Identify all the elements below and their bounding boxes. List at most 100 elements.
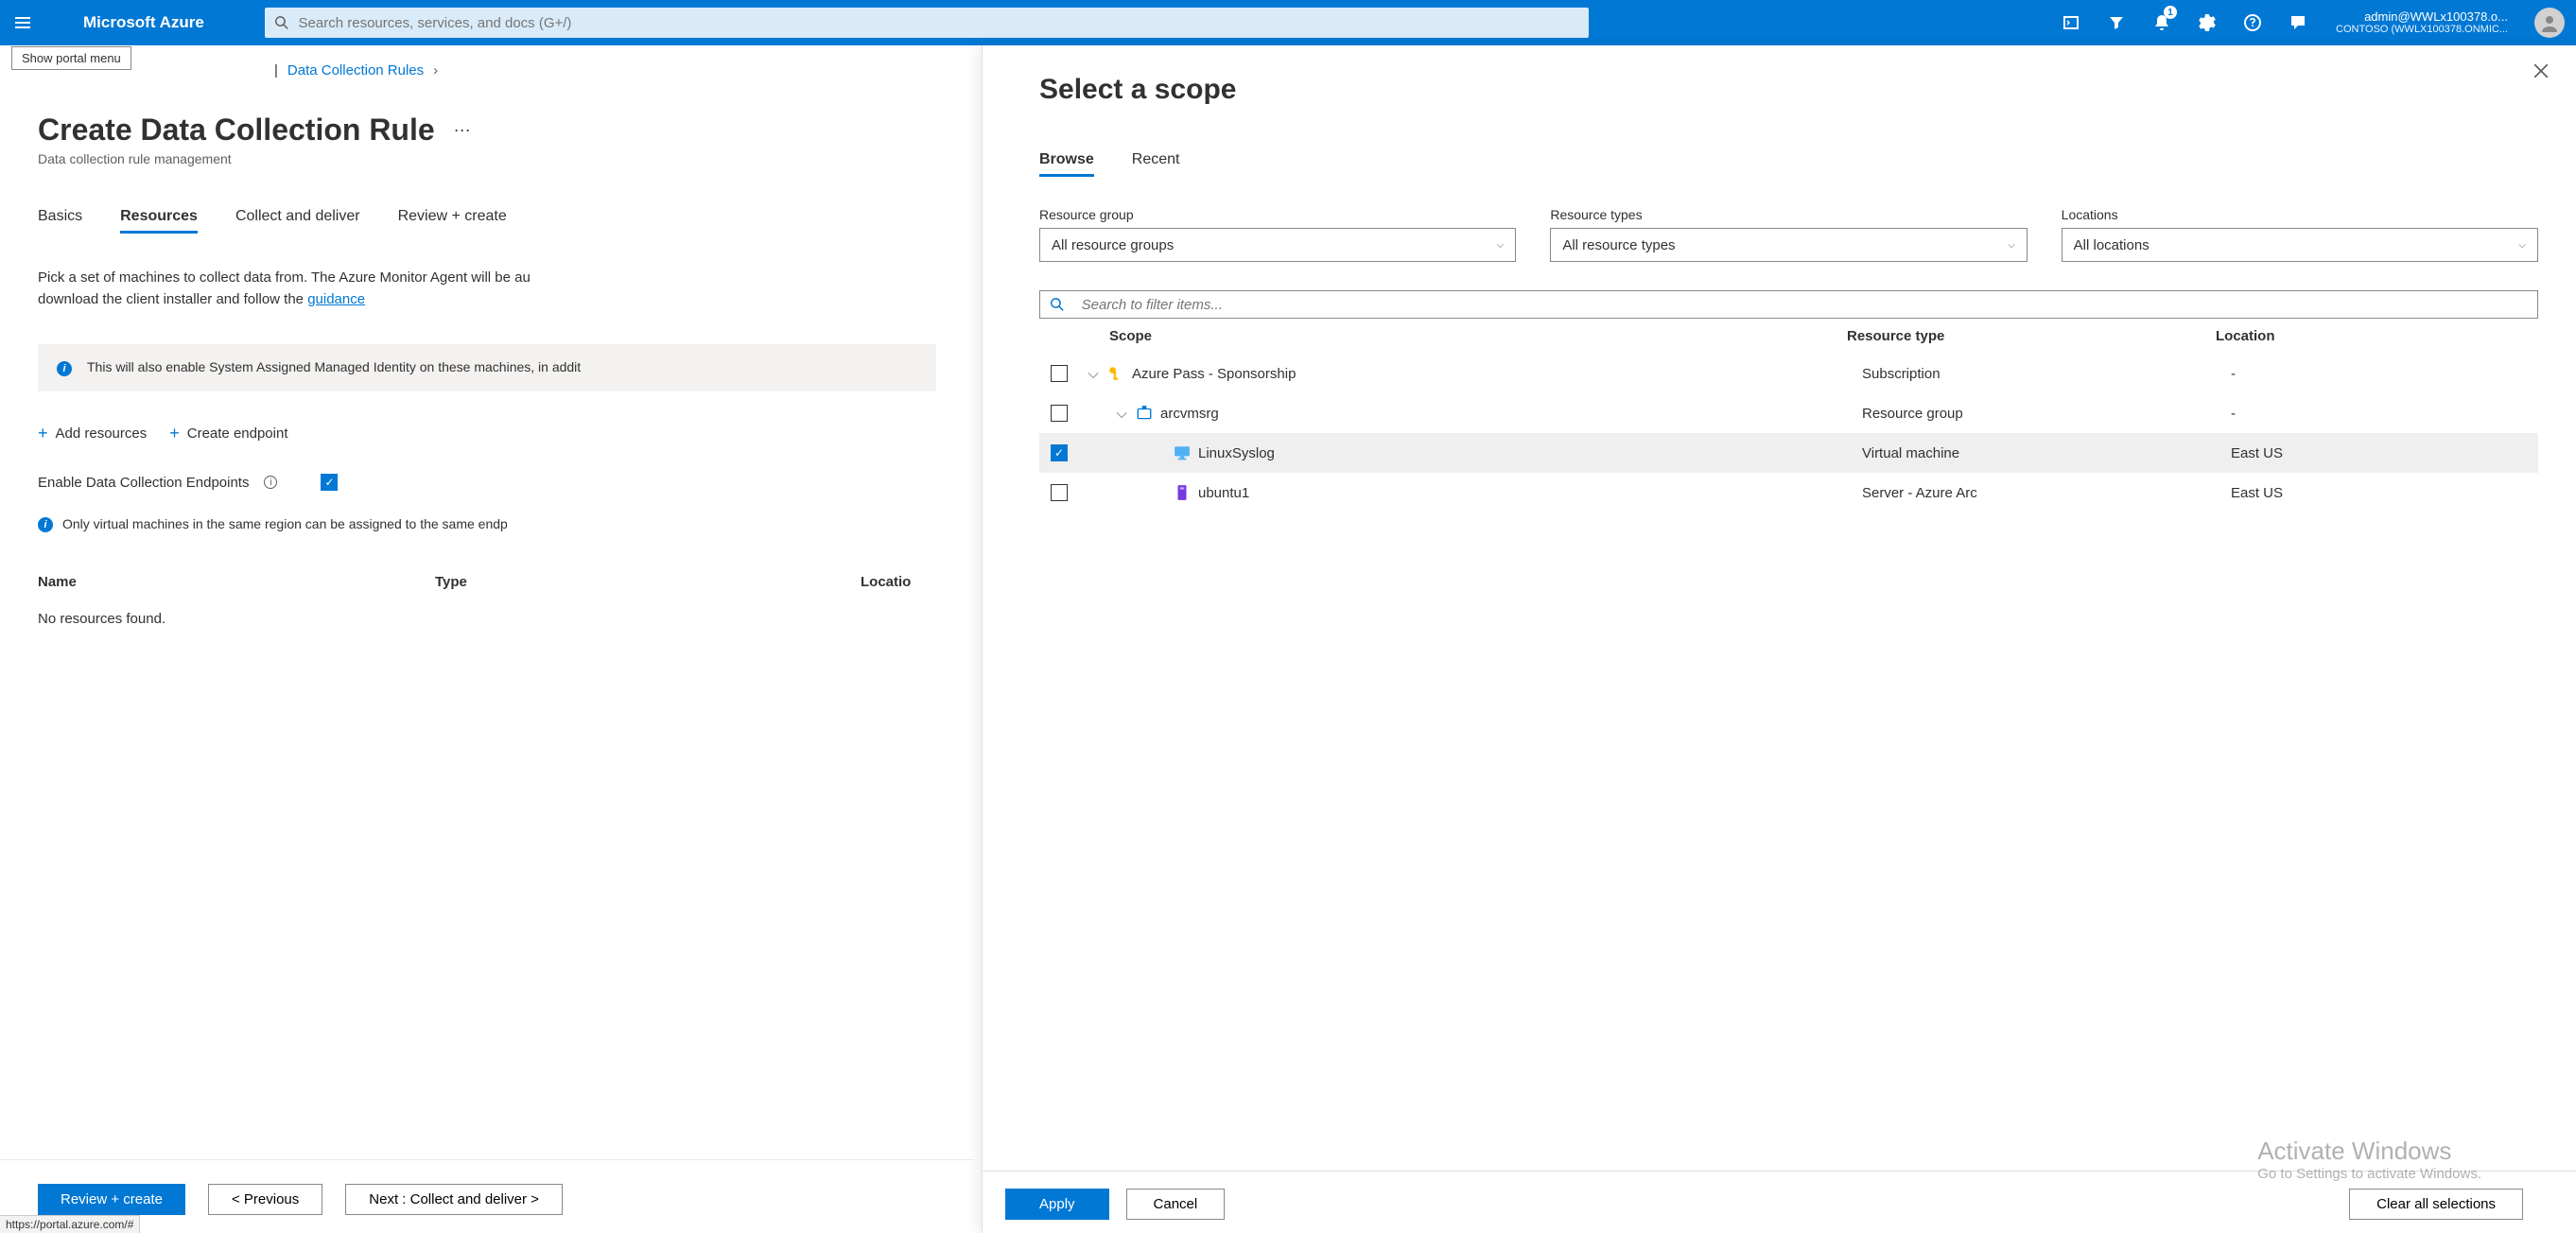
filter-row: Resource group All resource groups ⌵ Res… bbox=[1039, 207, 2538, 262]
panel-tab-recent[interactable]: Recent bbox=[1132, 151, 1180, 177]
tab-basics[interactable]: Basics bbox=[38, 208, 82, 234]
scope-col-scope: Scope bbox=[1109, 328, 1847, 344]
key-icon bbox=[1107, 365, 1124, 382]
info-banner: i This will also enable System Assigned … bbox=[38, 344, 936, 391]
row-location: East US bbox=[2231, 445, 2283, 461]
enable-endpoints-checkbox[interactable] bbox=[321, 474, 338, 491]
tab-resources[interactable]: Resources bbox=[120, 208, 198, 234]
more-button[interactable]: ··· bbox=[450, 120, 475, 140]
filter-loc-select[interactable]: All locations ⌵ bbox=[2062, 228, 2538, 262]
feedback-button[interactable] bbox=[2275, 0, 2321, 45]
panel-tab-browse[interactable]: Browse bbox=[1039, 151, 1094, 177]
info-icon: i bbox=[57, 361, 72, 376]
scope-row-arc[interactable]: ubuntu1 Server - Azure Arc East US bbox=[1039, 473, 2538, 512]
directories-button[interactable] bbox=[2094, 0, 2139, 45]
hamburger-button[interactable] bbox=[0, 0, 45, 45]
page-title: Create Data Collection Rule bbox=[38, 113, 435, 148]
resource-group-icon bbox=[1136, 405, 1153, 422]
scope-row-vm[interactable]: LinuxSyslog Virtual machine East US bbox=[1039, 433, 2538, 473]
cloud-shell-icon bbox=[2062, 13, 2080, 32]
info-icon: i bbox=[38, 517, 53, 532]
row-checkbox[interactable] bbox=[1051, 444, 1068, 461]
next-button[interactable]: Next : Collect and deliver > bbox=[345, 1184, 563, 1215]
row-name: arcvmsrg bbox=[1160, 406, 1219, 422]
avatar[interactable] bbox=[2534, 8, 2565, 38]
resources-empty: No resources found. bbox=[38, 598, 936, 640]
review-create-button[interactable]: Review + create bbox=[38, 1184, 185, 1215]
desc-line2: download the client installer and follow… bbox=[38, 291, 307, 307]
col-type: Type bbox=[435, 574, 861, 590]
scope-search-input[interactable] bbox=[1080, 296, 2528, 314]
row-name: Azure Pass - Sponsorship bbox=[1132, 366, 1296, 382]
account-tenant: CONTOSO (WWLX100378.ONMIC... bbox=[2336, 24, 2508, 36]
filter-icon bbox=[2107, 13, 2126, 32]
guidance-link[interactable]: guidance bbox=[307, 291, 365, 307]
col-location: Locatio bbox=[861, 574, 911, 590]
help-button[interactable] bbox=[2230, 0, 2275, 45]
plus-icon: + bbox=[169, 424, 180, 443]
person-icon bbox=[2540, 13, 2559, 32]
chevron-down-icon[interactable]: ⌵ bbox=[1087, 366, 1100, 382]
chevron-down-icon[interactable]: ⌵ bbox=[1115, 406, 1128, 422]
filter-rg-select[interactable]: All resource groups ⌵ bbox=[1039, 228, 1516, 262]
chevron-down-icon: ⌵ bbox=[2518, 240, 2526, 251]
account-info[interactable]: admin@WWLx100378.o... CONTOSO (WWLX10037… bbox=[2321, 9, 2523, 37]
server-arc-icon bbox=[1174, 484, 1191, 501]
cancel-button[interactable]: Cancel bbox=[1126, 1189, 1226, 1220]
filter-type-label: Resource types bbox=[1550, 207, 2027, 222]
chevron-down-icon: ⌵ bbox=[1497, 240, 1505, 251]
filter-loc-value: All locations bbox=[2074, 237, 2150, 253]
settings-button[interactable] bbox=[2184, 0, 2230, 45]
tab-collect[interactable]: Collect and deliver bbox=[235, 208, 360, 234]
page-subtitle: Data collection rule management bbox=[38, 151, 936, 166]
row-checkbox[interactable] bbox=[1051, 484, 1068, 501]
filter-type-select[interactable]: All resource types ⌵ bbox=[1550, 228, 2027, 262]
help-info-icon[interactable]: i bbox=[264, 476, 277, 489]
row-name: LinuxSyslog bbox=[1198, 445, 1275, 461]
row-checkbox[interactable] bbox=[1051, 405, 1068, 422]
desc-line1: Pick a set of machines to collect data f… bbox=[38, 269, 531, 286]
hamburger-icon bbox=[13, 13, 32, 32]
row-checkbox[interactable] bbox=[1051, 365, 1068, 382]
create-endpoint-button[interactable]: + Create endpoint bbox=[169, 424, 287, 443]
col-name: Name bbox=[38, 574, 435, 590]
portal-menu-tooltip: Show portal menu bbox=[11, 46, 131, 70]
global-search[interactable] bbox=[265, 8, 1589, 38]
close-button[interactable] bbox=[2532, 62, 2550, 82]
plus-icon: + bbox=[38, 424, 48, 443]
search-icon bbox=[1050, 297, 1065, 312]
close-icon bbox=[2532, 62, 2550, 79]
row-location: - bbox=[2231, 406, 2236, 422]
tab-review[interactable]: Review + create bbox=[398, 208, 507, 234]
chevron-right-icon: › bbox=[433, 62, 438, 78]
chevron-down-icon: ⌵ bbox=[2008, 240, 2015, 251]
apply-button[interactable]: Apply bbox=[1005, 1189, 1109, 1220]
resources-table-header: Name Type Locatio bbox=[38, 566, 936, 598]
notifications-badge: 1 bbox=[2164, 6, 2177, 19]
scope-row-subscription[interactable]: ⌵ Azure Pass - Sponsorship Subscription … bbox=[1039, 354, 2538, 393]
cloud-shell-button[interactable] bbox=[2048, 0, 2094, 45]
brand-label[interactable]: Microsoft Azure bbox=[45, 13, 223, 32]
scope-table: Scope Resource type Location ⌵ Azure Pas… bbox=[1039, 319, 2538, 512]
scope-col-loc: Location bbox=[2216, 328, 2275, 344]
row-type: Server - Azure Arc bbox=[1862, 485, 2231, 501]
breadcrumb-parent[interactable]: Data Collection Rules bbox=[287, 62, 424, 78]
row-type: Subscription bbox=[1862, 366, 2231, 382]
add-resources-label: Add resources bbox=[56, 425, 148, 442]
panel-tabs: Browse Recent bbox=[1039, 151, 2538, 177]
global-search-input[interactable] bbox=[297, 14, 1579, 32]
filter-rg-value: All resource groups bbox=[1052, 237, 1174, 253]
notifications-button[interactable]: 1 bbox=[2139, 0, 2184, 45]
clear-selections-button[interactable]: Clear all selections bbox=[2349, 1189, 2523, 1220]
breadcrumb-sep: | bbox=[274, 62, 278, 78]
scope-search[interactable] bbox=[1039, 290, 2538, 319]
add-resources-button[interactable]: + Add resources bbox=[38, 424, 147, 443]
previous-button[interactable]: < Previous bbox=[208, 1184, 322, 1215]
watermark-title: Activate Windows bbox=[2257, 1137, 2481, 1166]
azure-topbar: Microsoft Azure 1 admin@WWLx100378.o... … bbox=[0, 0, 2576, 45]
help-icon bbox=[2243, 13, 2262, 32]
main-content: Create Data Collection Rule ··· Data col… bbox=[0, 78, 974, 640]
status-url: https://portal.azure.com/# bbox=[0, 1215, 140, 1233]
scope-row-rg[interactable]: ⌵ arcvmsrg Resource group - bbox=[1039, 393, 2538, 433]
enable-endpoints-row: Enable Data Collection Endpoints i bbox=[38, 474, 936, 491]
